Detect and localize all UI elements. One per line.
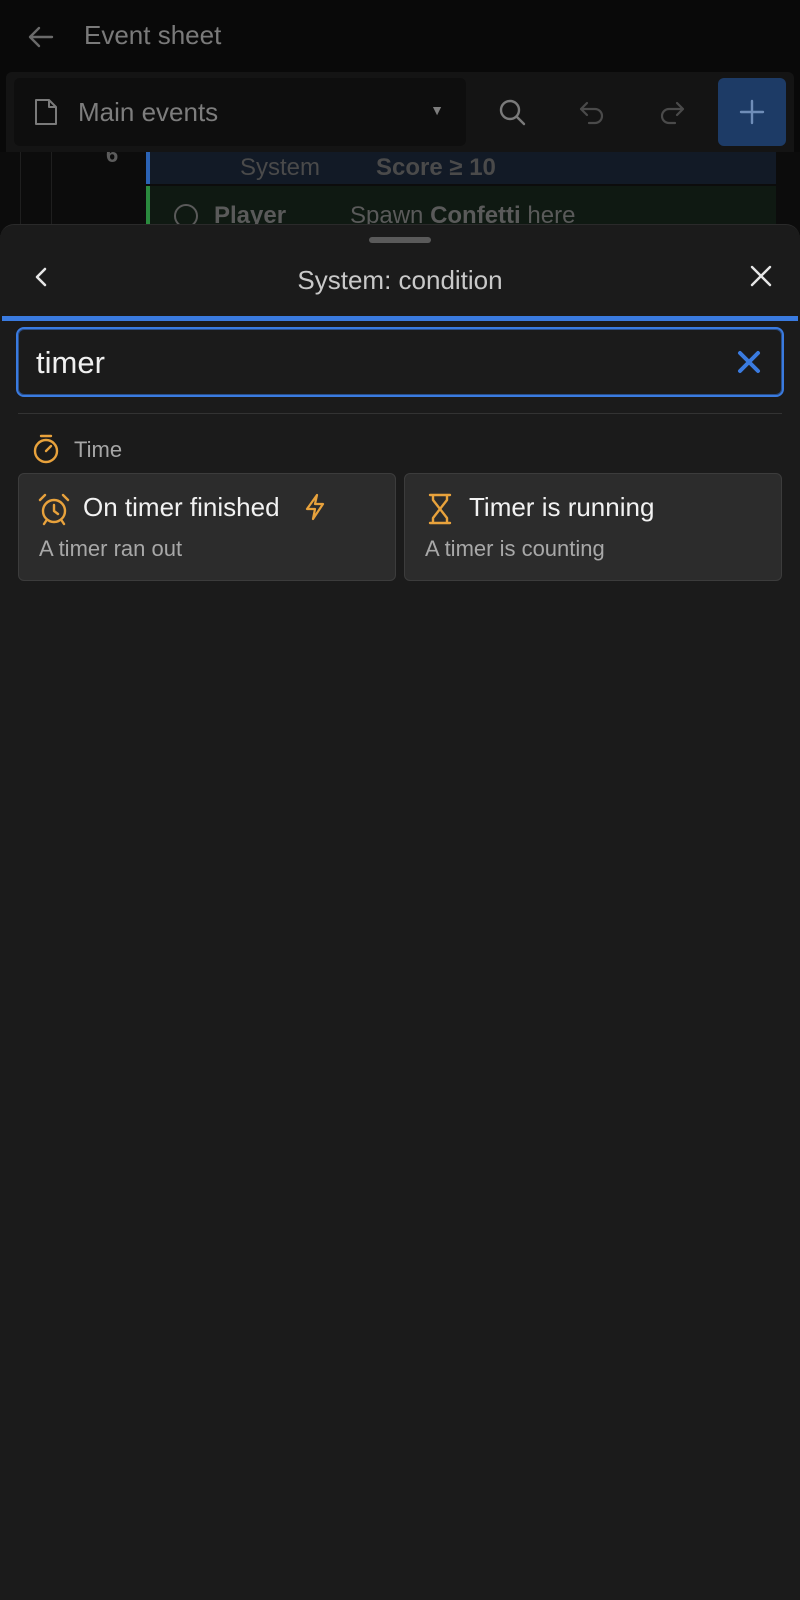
- condition-picker-sheet: System: condition Time On timer finished…: [0, 224, 800, 1600]
- close-icon[interactable]: [744, 259, 778, 293]
- document-icon: [35, 99, 57, 125]
- sheet-accent-bar: [2, 316, 798, 321]
- event-number: 6: [106, 152, 119, 167]
- app-bar: Event sheet: [0, 0, 800, 72]
- search-field[interactable]: [16, 327, 784, 397]
- clear-search-icon[interactable]: [732, 345, 766, 379]
- condition-object: System: [240, 154, 321, 181]
- divider: [18, 413, 782, 414]
- search-input[interactable]: [36, 341, 716, 385]
- event-gutter: [20, 152, 86, 232]
- sheet-drag-handle[interactable]: [369, 237, 431, 243]
- event-list: 6 System Score ≥ 10 Player Spawn Confett…: [0, 152, 800, 232]
- dropdown-caret-icon: ▼: [430, 102, 444, 118]
- event-sheet-name: Main events: [78, 97, 219, 127]
- sheet-title: System: condition: [297, 265, 503, 295]
- alarm-clock-icon: [38, 493, 70, 526]
- redo-button[interactable]: [644, 84, 700, 140]
- condition-expression: Score ≥ 10: [376, 154, 496, 181]
- condition-title: Timer is running: [469, 492, 655, 522]
- search-button[interactable]: [484, 84, 540, 140]
- lightning-icon: [305, 493, 325, 521]
- search-icon: [499, 99, 526, 126]
- event-condition-row[interactable]: System Score ≥ 10: [146, 152, 776, 184]
- undo-icon: [579, 101, 604, 125]
- event-sheet-selector[interactable]: Main events ▼: [14, 78, 466, 146]
- category-label: Time: [74, 437, 123, 462]
- condition-description: A timer is counting: [425, 536, 605, 561]
- undo-button[interactable]: [564, 84, 620, 140]
- condition-card-timer-is-running[interactable]: Timer is running A timer is counting: [404, 473, 782, 581]
- app-title: Event sheet: [84, 20, 222, 50]
- add-event-button[interactable]: [718, 78, 786, 146]
- hourglass-icon: [428, 493, 452, 525]
- plus-icon: [739, 99, 765, 125]
- back-arrow-icon[interactable]: [26, 22, 56, 52]
- condition-title: On timer finished: [83, 492, 280, 522]
- redo-icon: [660, 101, 685, 125]
- stopwatch-icon: [33, 434, 59, 464]
- condition-description: A timer ran out: [39, 536, 183, 561]
- condition-card-on-timer-finished[interactable]: On timer finished A timer ran out: [18, 473, 396, 581]
